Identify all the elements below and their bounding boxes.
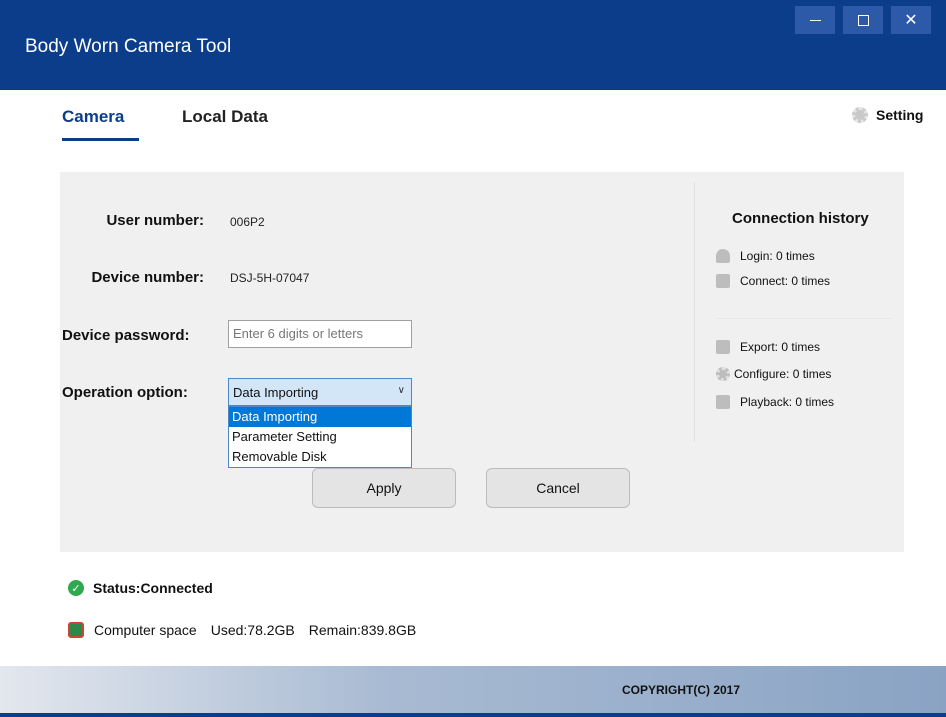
playback-count: Playback: 0 times [740,395,835,409]
option-parameter-setting[interactable]: Parameter Setting [229,427,411,447]
close-button[interactable]: ✕ [891,6,931,34]
close-icon: ✕ [904,12,918,29]
export-count: Export: 0 times [740,340,821,354]
setting-label: Setting [876,107,924,123]
configure-count: Configure: 0 times [734,367,832,381]
export-icon [716,340,730,354]
tab-local-data[interactable]: Local Data [182,107,268,127]
tab-camera-label: Camera [62,107,125,126]
chevron-down-icon: ∨ [397,385,405,396]
maximize-button[interactable] [843,6,883,34]
playback-icon [716,395,730,409]
user-number-value: 006P2 [230,215,265,229]
used-space: Used:78.2GB [210,622,295,638]
gear-icon [852,107,868,123]
copyright-text: COPYRIGHT(C) 2017 [622,683,741,697]
operation-option-label: Operation option: [62,384,188,401]
app-title: Body Worn Camera Tool [25,36,232,57]
computer-space: Computer space Used:78.2GB Remain:839.8G… [68,622,430,638]
title-bar: Body Worn Camera Tool ✕ [0,0,946,90]
device-password-label: Device password: [62,327,190,344]
status-indicator: ✓ Status:Connected [68,580,213,596]
connect-count: Connect: 0 times [740,274,831,288]
minimize-icon [809,19,821,21]
device-number-label: Device number: [91,269,204,286]
apply-button[interactable]: Apply [312,468,456,508]
history-export: Export: 0 times [716,340,820,354]
remain-space: Remain:839.8GB [308,622,417,638]
computer-space-label: Computer space [94,622,197,638]
history-playback: Playback: 0 times [716,395,834,409]
history-login: Login: 0 times [716,249,815,263]
login-count: Login: 0 times [740,249,815,263]
user-number-label: User number: [106,212,204,229]
connection-history-title: Connection history [732,210,869,227]
cancel-button[interactable]: Cancel [486,468,630,508]
option-data-importing[interactable]: Data Importing [229,407,411,427]
disk-icon [68,622,84,638]
minimize-button[interactable] [795,6,835,34]
history-divider [716,318,892,319]
panel-divider [694,182,695,442]
footer-bar: COPYRIGHT(C) 2017 [0,666,946,717]
user-icon [716,249,730,263]
operation-dropdown-list: Data Importing Parameter Setting Removab… [228,406,412,468]
operation-selected-value: Data Importing [233,385,319,400]
status-text: Status:Connected [93,580,213,596]
connect-icon [716,274,730,288]
maximize-icon [857,14,869,26]
history-configure: Configure: 0 times [716,367,831,381]
option-removable-disk[interactable]: Removable Disk [229,447,411,467]
setting-button[interactable]: Setting [852,107,923,123]
check-icon: ✓ [68,580,84,596]
device-password-input[interactable]: Enter 6 digits or letters [228,320,412,348]
tab-camera[interactable]: Camera [62,107,139,141]
active-tab-indicator [62,138,139,141]
history-connect: Connect: 0 times [716,274,830,288]
camera-panel: User number: 006P2 Device number: DSJ-5H… [60,172,904,552]
operation-option-select[interactable]: Data Importing ∨ [228,378,412,406]
device-number-value: DSJ-5H-07047 [230,271,310,285]
configure-gear-icon [716,367,730,381]
tab-local-data-label: Local Data [182,107,268,126]
